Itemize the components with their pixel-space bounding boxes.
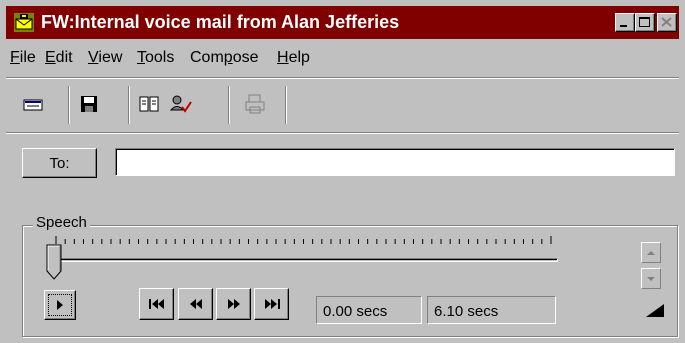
total-time: 6.10 secs [427, 296, 556, 324]
check-names-icon [169, 95, 192, 113]
volume-up-button[interactable] [641, 242, 661, 263]
minimize-button[interactable] [615, 13, 635, 32]
skip-to-end-button[interactable] [254, 288, 289, 320]
toolbar-separator [285, 86, 287, 124]
fast-forward-icon [227, 299, 240, 309]
close-button[interactable] [657, 13, 677, 32]
menu-view[interactable]: View [88, 49, 122, 67]
print-button[interactable] [240, 88, 270, 120]
skip-to-start-button[interactable] [139, 288, 174, 320]
menu-help[interactable]: Help [277, 49, 310, 67]
to-field[interactable] [115, 148, 675, 176]
mail-envelope-icon [14, 13, 34, 32]
save-icon [81, 96, 97, 112]
new-message-icon [23, 99, 43, 111]
play-button[interactable] [44, 290, 76, 320]
maximize-button[interactable] [635, 13, 655, 32]
volume-down-button[interactable] [641, 268, 661, 289]
play-icon [57, 300, 63, 310]
menu-compose[interactable]: Compose [190, 49, 258, 67]
arrow-up-icon [647, 250, 655, 255]
speech-position-slider[interactable] [46, 244, 62, 280]
address-book-icon [139, 96, 159, 112]
title-bar[interactable]: FW:Internal voice mail from Alan Jefferi… [6, 6, 679, 39]
menu-separator [6, 77, 679, 79]
fast-forward-button[interactable] [216, 288, 251, 320]
check-names-button[interactable] [166, 88, 196, 120]
elapsed-time: 0.00 secs [316, 296, 422, 324]
menu-edit[interactable]: Edit [45, 49, 73, 67]
toolbar-separator [128, 86, 130, 124]
speech-position-track[interactable] [54, 258, 558, 262]
voice-mail-window: FW:Internal voice mail from Alan Jefferi… [0, 0, 685, 343]
menu-file[interactable]: File [10, 49, 36, 67]
close-icon [661, 17, 672, 27]
address-book-button[interactable] [134, 88, 164, 120]
rewind-icon [189, 299, 202, 309]
arrow-down-icon [647, 276, 655, 281]
window-title: FW:Internal voice mail from Alan Jefferi… [41, 12, 400, 32]
maximize-icon [639, 17, 650, 27]
skip-start-icon [148, 299, 164, 309]
save-button[interactable] [74, 88, 104, 120]
skip-end-icon [264, 299, 280, 309]
print-icon [245, 94, 265, 114]
toolbar-separator [68, 86, 70, 124]
to-button[interactable]: To: [22, 148, 97, 178]
toolbar-separator-line [6, 132, 679, 134]
speech-group-label: Speech [33, 214, 90, 231]
volume-level-icon [646, 304, 664, 317]
menu-tools[interactable]: Tools [137, 49, 174, 67]
rewind-button[interactable] [178, 288, 213, 320]
toolbar-separator [228, 86, 230, 124]
menu-bar: File Edit View Tools Compose Help [6, 43, 679, 73]
new-message-button[interactable] [18, 88, 48, 120]
minimize-icon [620, 25, 627, 27]
slider-ticks [55, 236, 552, 244]
